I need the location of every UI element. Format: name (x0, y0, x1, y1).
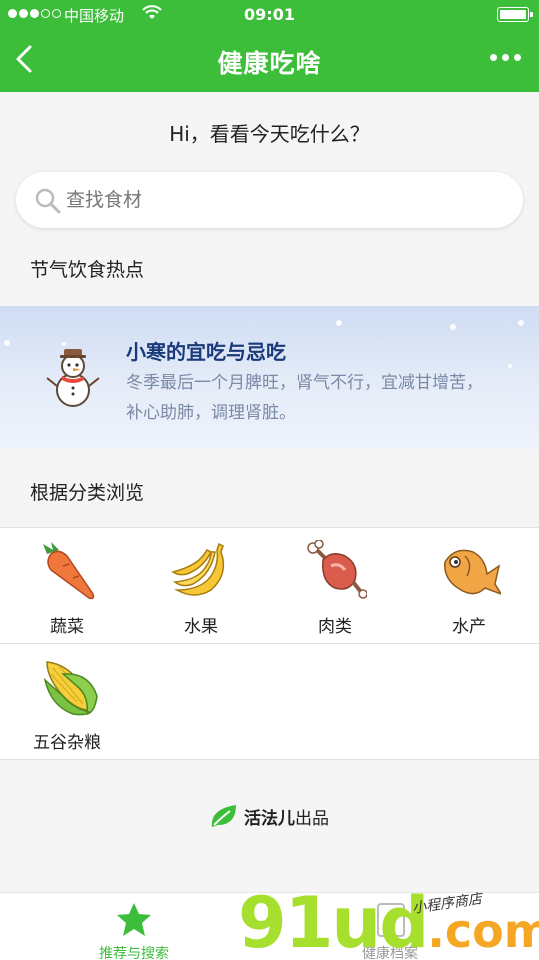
category-label: 水产 (452, 617, 486, 637)
search-input[interactable] (66, 182, 496, 218)
tab-recommend-search[interactable]: 推荐与搜索 (34, 893, 234, 960)
category-label: 蔬菜 (50, 617, 84, 637)
category-grains[interactable]: 五谷杂粮 (0, 644, 134, 760)
watermark: 91ud.com (238, 882, 539, 960)
brand-footer: 活法儿出品 (0, 803, 539, 829)
battery-icon (497, 7, 533, 22)
solar-term-section-title: 节气饮食热点 (30, 259, 145, 281)
carrot-icon (43, 542, 95, 600)
brand-name: 活法儿 (244, 808, 295, 829)
banner-title: 小寒的宜吃与忌吃 (126, 340, 286, 364)
tab-label: 推荐与搜索 (99, 946, 169, 960)
category-label: 五谷杂粮 (33, 733, 101, 753)
category-label: 水果 (184, 617, 218, 637)
corn-icon (43, 661, 98, 716)
top-bar: 中国移动 09:01 健康吃啥 (0, 0, 539, 92)
leaf-icon (211, 805, 236, 827)
page-title: 健康吃啥 (217, 49, 322, 78)
category-seafood[interactable]: 水产 (402, 528, 536, 644)
more-menu-icon[interactable] (490, 54, 521, 61)
status-bar: 中国移动 09:01 (0, 0, 539, 30)
banner-description: 冬季最后一个月脾旺，肾气不行，宜减甘增苦，补心助肺，调理肾脏。 (126, 373, 483, 423)
status-time: 09:01 (244, 5, 295, 24)
search-bar[interactable] (16, 172, 523, 228)
search-icon (35, 188, 61, 214)
solar-term-banner[interactable]: 小寒的宜吃与忌吃 冬季最后一个月脾旺，肾气不行，宜减甘增苦，补心助肺，调理肾脏。 (0, 306, 539, 449)
star-icon (117, 903, 151, 936)
snowman-icon (46, 349, 100, 407)
category-row: 五谷杂粮 (0, 644, 539, 760)
brand-suffix: 出品 (295, 808, 329, 829)
meat-icon (307, 540, 367, 599)
category-vegetables[interactable]: 蔬菜 (0, 528, 134, 644)
nav-bar: 健康吃啥 (0, 30, 539, 92)
category-label: 肉类 (318, 617, 352, 637)
banana-icon (171, 542, 225, 596)
category-fruit[interactable]: 水果 (134, 528, 268, 644)
category-section-title: 根据分类浏览 (30, 482, 145, 504)
fish-icon (444, 549, 501, 595)
greeting-text: Hi，看看今天吃什么？ (169, 122, 370, 146)
category-meat[interactable]: 肉类 (268, 528, 402, 644)
category-grid: 蔬菜 水果 肉类 水产 五谷杂粮 (0, 527, 539, 760)
category-row: 蔬菜 水果 肉类 水产 (0, 528, 539, 644)
